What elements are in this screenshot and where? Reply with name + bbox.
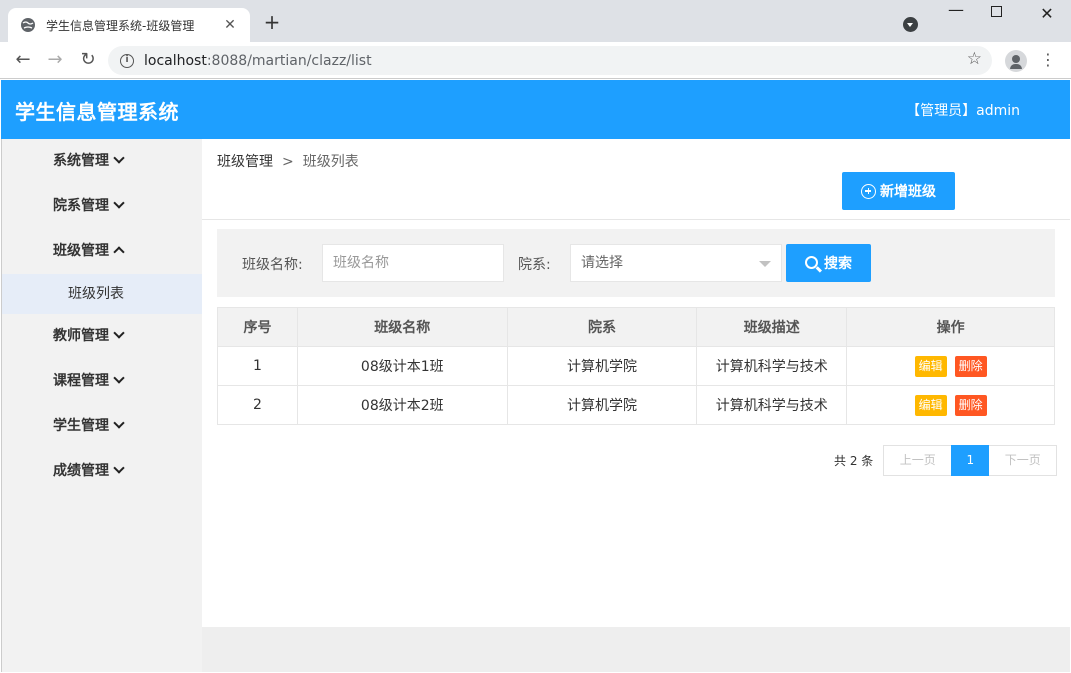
window-minimize-button[interactable]: — [946,0,966,19]
department-select-value: 请选择 [581,255,623,271]
sidebar-item-label: 教师管理 [53,328,109,344]
chevron-down-icon [113,152,125,164]
next-page-button[interactable]: 下一页 [989,445,1058,476]
sidebar-item-department[interactable]: 院系管理 [2,184,203,229]
tab-title: 学生信息管理系统-班级管理 [46,18,195,33]
column-header: 班级名称 [296,307,508,347]
table-cell: 计算机科学与技术 [696,346,848,386]
column-header: 序号 [217,307,298,347]
column-header: 院系 [506,307,698,347]
breadcrumb: 班级管理 > 班级列表 [217,151,359,171]
footer [202,627,1070,672]
search-icon [805,255,818,269]
add-circle-icon [861,183,876,199]
prev-page-button[interactable]: 上一页 [883,445,952,476]
table-cell: 08级计本2班 [296,385,508,425]
search-panel: 班级名称: 班级名称 院系: 请选择 搜索 [217,229,1055,297]
department-select[interactable]: 请选择 [570,244,782,282]
breadcrumb-parent[interactable]: 班级管理 [217,154,273,170]
column-header: 班级描述 [696,307,848,347]
sidebar-item-label: 班级管理 [53,243,109,259]
sidebar-item-label: 课程管理 [53,373,109,389]
delete-button[interactable]: 删除 [954,355,987,377]
search-button[interactable]: 搜索 [786,244,871,282]
sidebar-item-score[interactable]: 成绩管理 [2,449,203,494]
dropdown-arrow-icon [759,261,771,267]
forward-arrow-icon[interactable]: → [45,50,65,70]
breadcrumb-current: 班级列表 [302,154,359,170]
chevron-down-icon [113,327,125,339]
sidebar-item-teacher[interactable]: 教师管理 [2,314,203,359]
browser-menu-icon[interactable]: ⋮ [1040,51,1056,69]
pagination: 共 2 条 上一页 1 下一页 [834,445,1058,476]
add-class-label: 新增班级 [880,184,936,200]
back-arrow-icon[interactable]: ← [13,50,33,70]
sidebar-item-class[interactable]: 班级管理 [2,229,203,274]
media-control-icon[interactable] [903,17,918,32]
edit-button[interactable]: 编辑 [914,394,947,416]
sidebar-item-label: 成绩管理 [53,463,109,479]
department-label: 院系: [518,257,551,273]
table-row: 2 08级计本2班 计算机学院 计算机科学与技术 编辑 删除 [217,385,1055,425]
sidebar-item-system[interactable]: 系统管理 [2,139,203,184]
table-cell: 1 [217,346,298,386]
app-title: 学生信息管理系统 [15,100,179,124]
sidebar-subitem-class-list[interactable]: 班级列表 [2,274,203,314]
breadcrumb-separator: > [282,154,294,170]
sidebar-item-label: 系统管理 [53,153,109,169]
sidebar-item-course[interactable]: 课程管理 [2,359,203,404]
sidebar-item-label: 学生管理 [53,418,109,434]
column-header: 操作 [846,307,1055,347]
current-user[interactable]: 【管理员】admin [906,100,1020,120]
class-name-input[interactable]: 班级名称 [322,244,504,282]
reload-icon[interactable]: ↻ [78,50,98,70]
main-content: 班级管理 > 班级列表 新增班级 班级名称: 班级名称 院系: 请选择 搜索 序号 … [202,139,1070,672]
table-row: 1 08级计本1班 计算机学院 计算机科学与技术 编辑 删除 [217,346,1055,386]
delete-button[interactable]: 删除 [954,394,987,416]
bookmark-star-icon[interactable]: ☆ [967,49,982,69]
chevron-down-icon [113,197,125,209]
table-cell: 计算机学院 [506,346,698,386]
url-path: :8088/martian/clazz/list [206,52,372,69]
url-host: localhost [144,52,207,69]
address-bar: ← → ↻ i localhost:8088/martian/clazz/lis… [0,42,1071,79]
tab-close-icon[interactable]: ✕ [222,17,238,33]
search-label: 搜索 [824,256,852,272]
table-actions: 编辑 删除 [846,385,1055,425]
table-cell: 计算机科学与技术 [696,385,848,425]
site-info-icon[interactable]: i [120,53,134,68]
new-tab-button[interactable]: + [262,12,282,32]
chevron-down-icon [113,417,125,429]
window-maximize-button[interactable] [991,6,1002,17]
table-cell: 08级计本1班 [296,346,508,386]
sidebar: 系统管理 院系管理 班级管理 班级列表 教师管理 课程管理 学生管理 成绩管理 [1,139,203,672]
url-field[interactable]: i localhost:8088/martian/clazz/list ☆ [108,46,992,75]
class-table: 序号 班级名称 院系 班级描述 操作 1 08级计本1班 计算机学院 计算机科学… [217,307,1055,425]
page-number-current[interactable]: 1 [951,445,990,476]
chevron-up-icon [113,246,125,258]
window-close-button[interactable]: ✕ [1037,4,1057,23]
table-actions: 编辑 删除 [846,346,1055,386]
edit-button[interactable]: 编辑 [914,355,947,377]
app-header: 学生信息管理系统 【管理员】admin [1,80,1070,139]
globe-icon [21,18,35,32]
sidebar-item-label: 院系管理 [53,198,109,214]
divider [202,219,1070,220]
profile-avatar-icon[interactable] [1005,50,1027,72]
table-cell: 计算机学院 [506,385,698,425]
browser-tab[interactable]: 学生信息管理系统-班级管理 ✕ [8,8,250,42]
chevron-down-icon [113,372,125,384]
pagination-total: 共 2 条 [834,454,874,468]
class-name-label: 班级名称: [242,257,303,273]
chevron-down-icon [113,462,125,474]
add-class-button[interactable]: 新增班级 [842,172,955,210]
browser-tab-strip: 学生信息管理系统-班级管理 ✕ + — ✕ [0,0,1071,42]
table-header-row: 序号 班级名称 院系 班级描述 操作 [217,307,1055,347]
sidebar-item-student[interactable]: 学生管理 [2,404,203,449]
table-cell: 2 [217,385,298,425]
